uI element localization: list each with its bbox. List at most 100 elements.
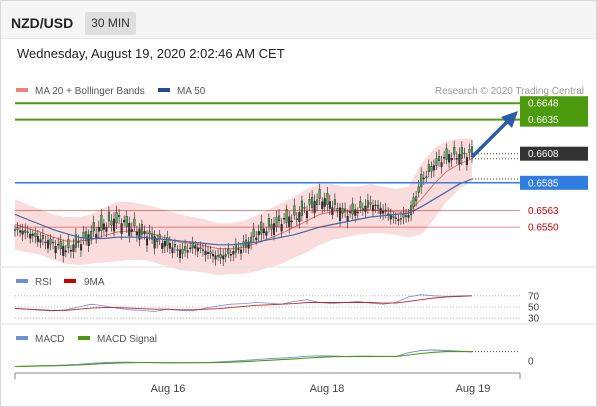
candle-body bbox=[397, 219, 400, 221]
candle-body bbox=[54, 246, 57, 254]
candle-body bbox=[237, 248, 240, 250]
candle-body bbox=[143, 230, 146, 235]
rsi-panel: RSI 9MA 70 50 30 bbox=[14, 277, 540, 325]
candle-body bbox=[21, 230, 24, 235]
forecast-arrow-shaft bbox=[470, 118, 511, 159]
candle-body bbox=[260, 221, 263, 235]
candle-body bbox=[288, 216, 291, 227]
candle-body bbox=[366, 200, 370, 208]
candle-body bbox=[308, 198, 311, 205]
candle-body bbox=[455, 158, 458, 160]
macd-signal-legend-label: MACD Signal bbox=[97, 334, 157, 345]
candle-body bbox=[194, 245, 197, 249]
candle-body bbox=[204, 250, 207, 255]
candle-body bbox=[59, 241, 62, 249]
last-price-tag: 0.6608 bbox=[528, 149, 559, 160]
candle-body bbox=[331, 207, 334, 216]
candle-body bbox=[176, 249, 179, 251]
candle-body bbox=[399, 218, 403, 220]
ma50-legend-swatch bbox=[158, 88, 170, 92]
candle-body bbox=[430, 166, 433, 172]
macd-signal-legend-swatch bbox=[78, 336, 90, 340]
candle-body bbox=[257, 231, 260, 236]
candle-body bbox=[206, 252, 210, 255]
candle-body bbox=[92, 222, 95, 232]
candle-body bbox=[453, 146, 456, 155]
candle-body bbox=[356, 211, 359, 214]
candle-body bbox=[135, 231, 138, 236]
macd-legend-label: MACD bbox=[35, 334, 64, 345]
rsi-ma-line bbox=[14, 295, 473, 311]
candle-body bbox=[460, 147, 463, 159]
macd-signal-line bbox=[14, 350, 473, 368]
candle-body bbox=[125, 215, 128, 227]
candle-body bbox=[199, 247, 202, 250]
candle-body bbox=[412, 197, 415, 207]
candle-body bbox=[115, 212, 118, 224]
candle-body bbox=[405, 215, 408, 218]
support-label-2: 0.6550 bbox=[528, 223, 559, 234]
candle-body bbox=[440, 162, 443, 167]
candle-body bbox=[26, 231, 29, 234]
candle-body bbox=[224, 254, 227, 257]
candle-body bbox=[219, 254, 222, 259]
candle-body bbox=[140, 224, 144, 235]
candle-body bbox=[283, 218, 286, 220]
candle-body bbox=[191, 242, 194, 249]
candle-body bbox=[361, 208, 364, 210]
candle-body bbox=[16, 227, 19, 230]
candle-body bbox=[305, 211, 309, 219]
rsi-ma-legend-label: 9MA bbox=[84, 277, 105, 288]
candle-body bbox=[222, 255, 225, 260]
candle-body bbox=[178, 249, 182, 258]
candle-body bbox=[272, 223, 276, 235]
candle-body bbox=[415, 196, 418, 202]
candle-body bbox=[394, 217, 397, 220]
candle-body bbox=[382, 210, 385, 214]
macd-panel: MACD MACD Signal 0 bbox=[14, 334, 534, 368]
candle-body bbox=[90, 230, 93, 238]
candle-body bbox=[72, 244, 75, 252]
candle-body bbox=[298, 212, 301, 222]
candle-body bbox=[372, 205, 375, 212]
bollinger-legend-label: MA 20 + Bollinger Bands bbox=[35, 86, 145, 97]
candle-body bbox=[295, 218, 298, 220]
candle-body bbox=[201, 249, 205, 251]
candle-body bbox=[407, 214, 410, 218]
candle-body bbox=[19, 230, 22, 233]
candle-body bbox=[184, 246, 187, 251]
candle-body bbox=[321, 201, 324, 209]
candle-body bbox=[102, 223, 105, 230]
candle-body bbox=[432, 165, 436, 171]
candle-body bbox=[227, 248, 230, 254]
candle-body bbox=[448, 154, 451, 163]
candle-body bbox=[265, 231, 268, 236]
candle-body bbox=[112, 218, 116, 232]
candle-body bbox=[49, 238, 52, 245]
support-label-1: 0.6563 bbox=[528, 206, 559, 217]
candle-body bbox=[445, 148, 448, 160]
candle-body bbox=[438, 156, 441, 162]
candle-body bbox=[323, 198, 326, 207]
x-axis: Aug 16 Aug 18 Aug 19 bbox=[14, 372, 521, 395]
candle-body bbox=[123, 219, 126, 223]
copyright-text: Research © 2020 Trading Central bbox=[435, 86, 584, 97]
candle-body bbox=[280, 224, 283, 232]
x-tick-aug16: Aug 16 bbox=[151, 383, 186, 395]
candle-body bbox=[339, 207, 342, 221]
candle-body bbox=[359, 201, 362, 208]
candle-body bbox=[181, 248, 184, 254]
candle-body bbox=[34, 232, 37, 237]
x-tick-aug19: Aug 19 bbox=[456, 383, 491, 395]
candle-body bbox=[262, 228, 265, 234]
candle-body bbox=[349, 211, 352, 213]
candle-body bbox=[311, 196, 314, 209]
candle-body bbox=[229, 254, 232, 256]
candle-body bbox=[463, 152, 466, 155]
candle-body bbox=[166, 237, 169, 246]
candle-body bbox=[148, 231, 151, 235]
candle-body bbox=[465, 157, 469, 166]
candle-body bbox=[41, 235, 44, 239]
candle-body bbox=[47, 240, 50, 249]
x-tick-aug18: Aug 18 bbox=[310, 383, 345, 395]
